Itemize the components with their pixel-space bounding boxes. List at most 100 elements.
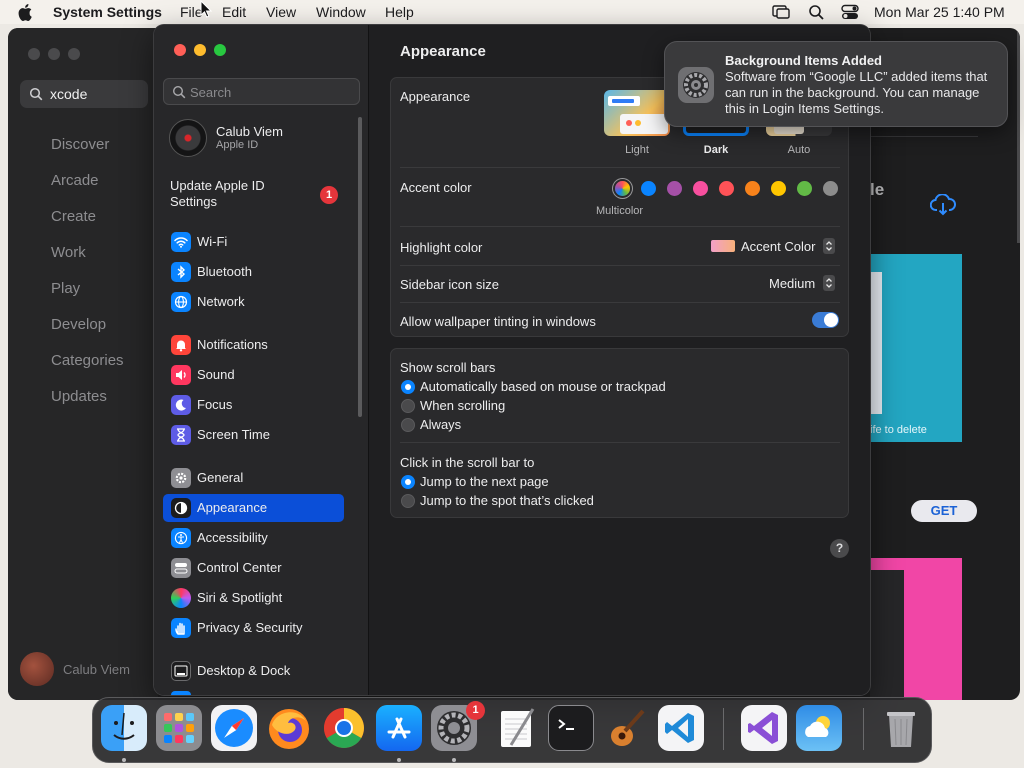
store-nav-updates[interactable]: Updates xyxy=(51,388,107,405)
sidebar-item-general[interactable]: General xyxy=(163,464,344,492)
store-nav-create[interactable]: Create xyxy=(51,208,96,225)
menu-help[interactable]: Help xyxy=(385,4,414,20)
terminal-icon[interactable] xyxy=(548,705,594,751)
minimize-button[interactable] xyxy=(194,44,206,56)
running-indicator xyxy=(452,758,456,762)
vscode-icon[interactable] xyxy=(658,705,704,751)
store-nav-discover[interactable]: Discover xyxy=(51,136,109,153)
launchpad-icon[interactable] xyxy=(156,705,202,751)
accent-swatch-blue[interactable] xyxy=(641,181,656,196)
accent-swatch-pink[interactable] xyxy=(693,181,708,196)
menu-view[interactable]: View xyxy=(266,4,296,20)
store-minimize-button[interactable] xyxy=(48,48,60,60)
accent-selected-label: Multicolor xyxy=(596,205,644,217)
cloud-download-icon[interactable] xyxy=(930,194,956,216)
accent-swatch-orange[interactable] xyxy=(745,181,760,196)
notification-banner[interactable]: Background Items Added Software from “Go… xyxy=(664,41,1008,127)
accent-swatch-green[interactable] xyxy=(797,181,812,196)
sidebar-item-desktop-dock[interactable]: Desktop & Dock xyxy=(163,657,344,685)
get-button[interactable]: GET xyxy=(911,500,977,522)
sidebar-item-network[interactable]: Network xyxy=(163,288,344,316)
store-search-value: xcode xyxy=(50,86,88,102)
finder-icon[interactable] xyxy=(101,705,147,751)
search-input[interactable] xyxy=(190,83,350,101)
app-name-menu[interactable]: System Settings xyxy=(53,4,162,20)
sidebar-scrollbar[interactable] xyxy=(358,117,362,417)
textedit-icon[interactable] xyxy=(493,705,539,751)
menu-bar-clock[interactable]: Mon Mar 25 1:40 PM xyxy=(874,4,1005,20)
sidebar-item-privacy-security[interactable]: Privacy & Security xyxy=(163,614,344,642)
sidebar-item-control-center[interactable]: Control Center xyxy=(163,554,344,582)
app-store-icon[interactable] xyxy=(376,705,422,751)
sidebar-item-label: Control Center xyxy=(197,560,282,575)
display-icon xyxy=(171,691,191,695)
accent-swatch-red[interactable] xyxy=(719,181,734,196)
accent-swatch-purple[interactable] xyxy=(667,181,682,196)
accent-swatch-multicolor[interactable] xyxy=(615,181,630,196)
profile-subtitle: Apple ID xyxy=(216,139,259,151)
sidebar-icon-size-popup[interactable]: Medium xyxy=(761,272,837,294)
sidebar-item-bluetooth[interactable]: Bluetooth xyxy=(163,258,344,286)
menu-edit[interactable]: Edit xyxy=(222,4,246,20)
highlight-color-popup[interactable]: Accent Color xyxy=(711,235,837,257)
radio-jump-to-spot[interactable] xyxy=(401,494,415,508)
store-nav-play[interactable]: Play xyxy=(51,280,80,297)
sidebar-item-screen-time[interactable]: Screen Time xyxy=(163,421,344,449)
sidebar-item-wifi[interactable]: Wi-Fi xyxy=(163,228,344,256)
apple-id-profile[interactable]: Calub Viem Apple ID xyxy=(169,119,359,159)
store-close-button[interactable] xyxy=(28,48,40,60)
accent-swatch-graphite[interactable] xyxy=(823,181,838,196)
sidebar-item-label: Accessibility xyxy=(197,530,268,545)
sidebar-item-partial[interactable] xyxy=(163,689,344,695)
store-nav-develop[interactable]: Develop xyxy=(51,316,106,333)
dock-separator xyxy=(723,708,724,750)
sidebar-icon-size-label: Sidebar icon size xyxy=(400,277,499,292)
help-button[interactable]: ? xyxy=(830,539,849,558)
store-scrollbar[interactable] xyxy=(1017,28,1020,243)
sidebar-item-label: Screen Time xyxy=(197,427,270,442)
sidebar-item-siri-spotlight[interactable]: Siri & Spotlight xyxy=(163,584,344,612)
store-zoom-button[interactable] xyxy=(68,48,80,60)
radio-scroll-when-scrolling[interactable] xyxy=(401,399,415,413)
store-feature-card[interactable]: ife to delete xyxy=(870,254,962,442)
garageband-icon[interactable] xyxy=(603,705,649,751)
wallpaper-tinting-toggle[interactable] xyxy=(812,312,839,328)
visual-studio-icon[interactable] xyxy=(741,705,787,751)
store-nav-categories[interactable]: Categories xyxy=(51,352,124,369)
store-nav-work[interactable]: Work xyxy=(51,244,86,261)
safari-icon[interactable] xyxy=(211,705,257,751)
bell-icon xyxy=(171,335,191,355)
row-divider xyxy=(400,442,840,443)
sidebar-item-appearance[interactable]: Appearance xyxy=(163,494,344,522)
sidebar-item-accessibility[interactable]: Accessibility xyxy=(163,524,344,552)
trash-icon[interactable] xyxy=(878,705,924,751)
row-divider xyxy=(400,265,840,266)
store-search-input[interactable]: xcode xyxy=(20,80,148,108)
notification-badge: 1 xyxy=(320,186,338,204)
firefox-icon[interactable] xyxy=(266,705,312,751)
screen-mirroring-icon[interactable] xyxy=(772,4,790,20)
sidebar-item-focus[interactable]: Focus xyxy=(163,391,344,419)
weather-icon[interactable] xyxy=(796,705,842,751)
store-feature-card-2[interactable] xyxy=(870,558,962,700)
sidebar-item-notifications[interactable]: Notifications xyxy=(163,331,344,359)
close-button[interactable] xyxy=(174,44,186,56)
accent-swatch-yellow[interactable] xyxy=(771,181,786,196)
sidebar-item-label: Siri & Spotlight xyxy=(197,590,283,605)
sidebar-item-sound[interactable]: Sound xyxy=(163,361,344,389)
apple-menu-icon[interactable] xyxy=(18,3,34,21)
menu-window[interactable]: Window xyxy=(316,4,366,20)
store-nav-arcade[interactable]: Arcade xyxy=(51,172,99,189)
update-apple-id-item[interactable]: Update Apple ID Settings 1 xyxy=(170,178,350,218)
appearance-option-light[interactable] xyxy=(604,90,670,136)
settings-dock-badge: 1 xyxy=(466,701,485,720)
radio-scroll-automatic[interactable] xyxy=(401,380,415,394)
control-center-icon[interactable] xyxy=(841,4,859,20)
spotlight-search-icon[interactable] xyxy=(808,4,826,20)
radio-jump-next-page[interactable] xyxy=(401,475,415,489)
notification-body: Software from “Google LLC” added items t… xyxy=(725,69,988,116)
zoom-button[interactable] xyxy=(214,44,226,56)
radio-scroll-always[interactable] xyxy=(401,418,415,432)
chrome-icon[interactable] xyxy=(321,705,367,751)
store-account[interactable]: Calub Viem xyxy=(20,652,160,688)
